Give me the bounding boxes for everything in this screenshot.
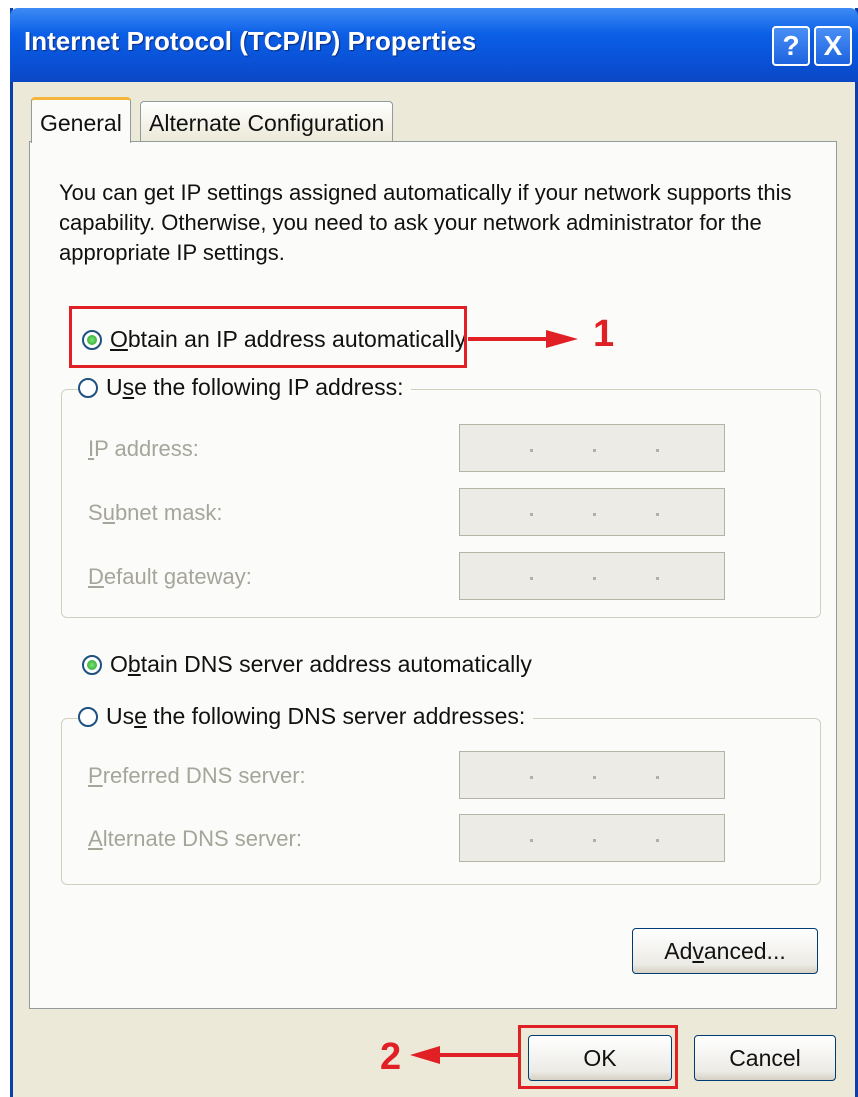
help-button[interactable]: ? <box>772 26 810 66</box>
use-following-ip-radio[interactable]: Use the following IP address: <box>78 374 412 401</box>
use-following-ip-label: Use the following IP address: <box>106 374 404 400</box>
default-gateway-label: Default gateway: <box>88 564 252 589</box>
callout-arrow-2 <box>410 1046 518 1064</box>
close-button[interactable]: X <box>814 26 852 66</box>
default-gateway-input[interactable] <box>459 552 725 600</box>
callout-number-2: 2 <box>380 1036 402 1078</box>
radio-unselected-icon <box>78 706 98 727</box>
cancel-button[interactable]: Cancel <box>694 1035 836 1081</box>
description-text: You can get IP settings assigned automat… <box>59 180 792 265</box>
ip-address-input[interactable] <box>459 424 725 472</box>
highlight-box-1 <box>69 306 467 368</box>
ip-address-label: IP address: <box>88 436 199 461</box>
callout-arrow-1 <box>468 330 578 348</box>
alternate-dns-label: Alternate DNS server: <box>88 826 302 851</box>
title-bar[interactable]: Internet Protocol (TCP/IP) Properties ? … <box>10 8 858 82</box>
highlight-box-2 <box>518 1025 678 1089</box>
callout-number-1: 1 <box>593 313 615 355</box>
subnet-mask-input[interactable] <box>459 488 725 536</box>
use-following-dns-radio[interactable]: Use the following DNS server addresses: <box>78 703 534 730</box>
subnet-mask-label: Subnet mask: <box>88 500 223 525</box>
window-title: Internet Protocol (TCP/IP) Properties <box>24 26 477 56</box>
radio-unselected-icon <box>78 377 98 398</box>
advanced-button[interactable]: Advanced... <box>632 928 818 974</box>
alternate-dns-input[interactable] <box>459 814 725 862</box>
use-following-dns-label: Use the following DNS server addresses: <box>106 703 526 729</box>
obtain-dns-automatically-label: Obtain DNS server address automatically <box>110 651 532 677</box>
obtain-dns-automatically-radio[interactable]: Obtain DNS server address automatically <box>82 651 540 678</box>
tab-general[interactable]: General <box>31 97 131 143</box>
preferred-dns-input[interactable] <box>459 751 725 799</box>
tab-alternate-configuration[interactable]: Alternate Configuration <box>140 101 394 141</box>
preferred-dns-label: Preferred DNS server: <box>88 763 306 788</box>
radio-selected-icon <box>82 654 102 675</box>
